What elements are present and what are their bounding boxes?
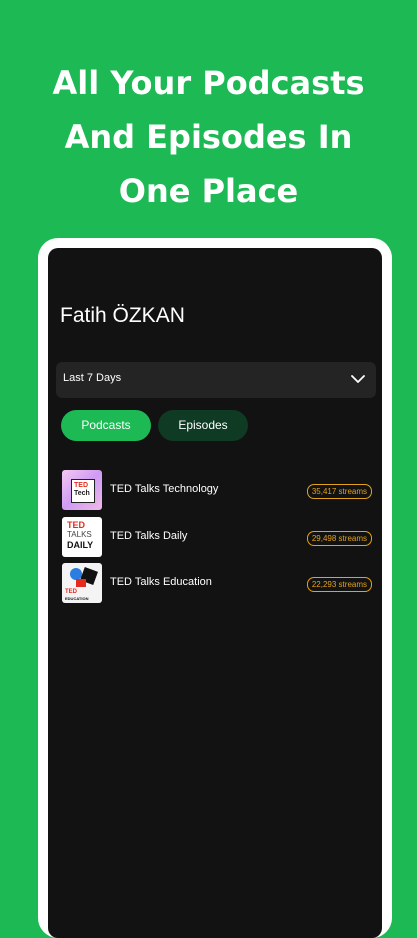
streams-badge: 22,293 streams — [306, 577, 372, 592]
headline-line-3: One Place — [118, 172, 299, 210]
headline-line-1: All Your Podcasts — [52, 64, 365, 102]
podcast-cover: TED Tech — [62, 470, 102, 510]
app-screen: Fatih ÖZKAN Last 7 Days Podcasts Episode… — [48, 248, 382, 938]
podcast-row-ted-talks-daily[interactable]: TED TALKS DAILY TED Talks Daily 29,498 s… — [48, 517, 382, 559]
podcast-name: TED Talks Technology — [110, 483, 219, 495]
podcast-row-ted-talks-technology[interactable]: TED Tech TED Talks Technology 35,417 str… — [48, 470, 382, 512]
podcast-name: TED Talks Daily — [110, 530, 188, 542]
cover-text: EDUCATION — [65, 596, 89, 601]
cover-text: Tech — [74, 490, 90, 497]
cover-text: TED — [67, 520, 85, 530]
date-range-select[interactable]: Last 7 Days — [56, 362, 376, 398]
podcast-cover: TED EDUCATION — [62, 563, 102, 603]
cover-text: TED — [74, 482, 88, 489]
streams-badge: 35,417 streams — [306, 484, 372, 499]
tab-episodes[interactable]: Episodes — [158, 410, 248, 441]
headline-line-2: And Episodes In — [64, 118, 353, 156]
chevron-down-icon[interactable] — [350, 371, 366, 387]
cover-text: TALKS — [67, 530, 92, 539]
tab-podcasts[interactable]: Podcasts — [61, 410, 151, 441]
podcast-cover: TED TALKS DAILY — [62, 517, 102, 557]
podcast-name: TED Talks Education — [110, 576, 212, 588]
streams-badge: 29,498 streams — [306, 531, 372, 546]
cover-text: DAILY — [67, 540, 94, 550]
cover-text: TED — [65, 589, 77, 595]
date-range-value: Last 7 Days — [63, 372, 122, 384]
promo-headline: All Your Podcasts And Episodes In One Pl… — [0, 56, 417, 218]
profile-name: Fatih ÖZKAN — [60, 304, 185, 327]
podcast-row-ted-talks-education[interactable]: TED EDUCATION TED Talks Education 22,293… — [48, 563, 382, 605]
